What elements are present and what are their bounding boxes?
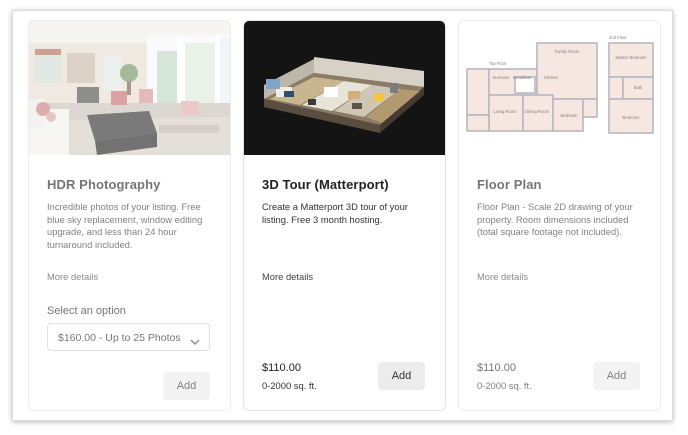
add-button[interactable]: Add	[163, 372, 210, 400]
more-details-link[interactable]: More details	[47, 271, 98, 282]
products-panel: HDR Photography Incredible photos of you…	[12, 10, 673, 421]
floorplan-label: Top Floor	[489, 61, 507, 66]
floorplan-label: Bath	[634, 85, 643, 90]
product-card-3d-tour: 3D Tour (Matterport) Create a Matterport…	[243, 20, 446, 411]
product-description: Incredible photos of your listing. Free …	[47, 201, 203, 250]
product-price: $110.00	[477, 362, 516, 374]
product-size-range: 0-2000 sq. ft.	[477, 380, 532, 391]
product-price: $110.00	[262, 362, 301, 374]
add-button[interactable]: Add	[593, 362, 640, 390]
package-select[interactable]: $160.00 - Up to 25 Photos	[47, 323, 210, 351]
floorplan-label: Bedroom	[623, 115, 641, 120]
product-description: Floor Plan - Scale 2D drawing of your pr…	[477, 201, 633, 237]
product-title: HDR Photography	[47, 177, 161, 192]
product-card-floor-plan: Top Floor Family Room Sunroom Breakfast …	[458, 20, 661, 411]
3d-dollhouse-tour-icon	[244, 21, 445, 155]
floorplan-label: Bedroom	[561, 113, 579, 118]
package-select-value: $160.00 - Up to 25 Photos	[58, 332, 181, 344]
product-description: Create a Matterport 3D tour of your list…	[262, 201, 408, 225]
floorplan-label: Dining Room	[525, 109, 550, 114]
select-option-label: Select an option	[47, 305, 126, 317]
add-button[interactable]: Add	[378, 362, 425, 390]
more-details-link[interactable]: More details	[477, 271, 528, 282]
more-details-link[interactable]: More details	[262, 271, 313, 282]
product-title: 3D Tour (Matterport)	[262, 177, 389, 192]
product-card-hdr-photography: HDR Photography Incredible photos of you…	[28, 20, 231, 411]
floorplan-label: Breakfast	[513, 75, 532, 80]
floor-plan-drawing-icon: Top Floor Family Room Sunroom Breakfast …	[459, 21, 660, 155]
product-size-range: 0-2000 sq. ft.	[262, 380, 317, 391]
floorplan-label: Living Room	[493, 109, 517, 114]
floorplan-label: 2nd Floor	[609, 35, 627, 40]
floorplan-label: Master Bedroom	[616, 55, 647, 60]
living-room-photo-icon	[29, 21, 230, 155]
chevron-down-icon	[190, 333, 200, 351]
floorplan-label: Family Room	[555, 49, 580, 54]
product-title: Floor Plan	[477, 177, 542, 192]
floorplan-label: Sunroom	[493, 75, 511, 80]
floorplan-label: Kitchen	[544, 75, 559, 80]
